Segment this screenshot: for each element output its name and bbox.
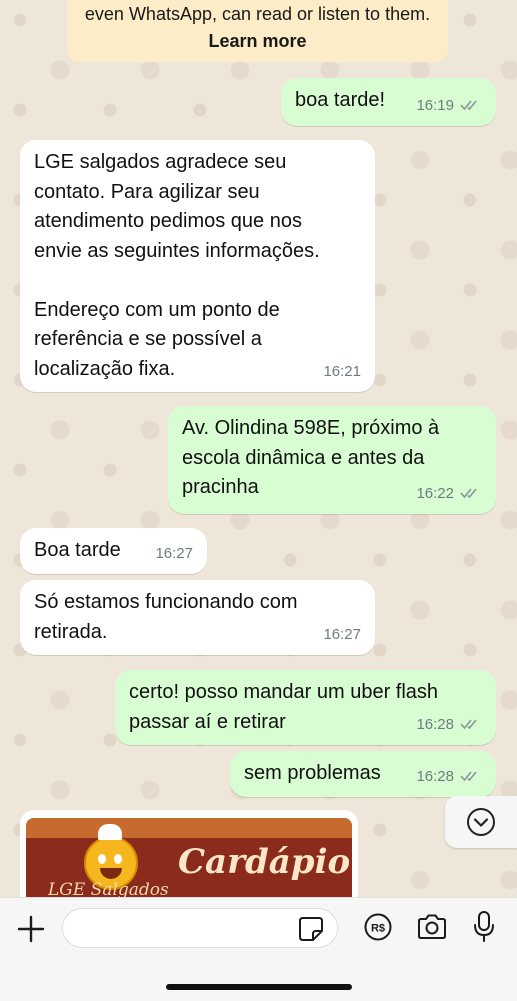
image-banner bbox=[26, 818, 352, 838]
image-message[interactable]: Cardápio LGE Salgados bbox=[20, 810, 358, 897]
message-time: 16:22 bbox=[416, 484, 454, 502]
message-outgoing[interactable]: sem problemas 16:28 bbox=[230, 751, 496, 797]
message-time: 16:19 bbox=[416, 96, 454, 114]
menu-image[interactable]: Cardápio LGE Salgados bbox=[26, 818, 352, 897]
message-time: 16:21 bbox=[323, 362, 361, 380]
learn-more-link[interactable]: Learn more bbox=[67, 31, 448, 52]
read-ticks-icon bbox=[460, 719, 477, 730]
message-outgoing[interactable]: Av. Olindina 598E, próximo à escola dinâ… bbox=[168, 406, 496, 514]
svg-text:R$: R$ bbox=[371, 923, 385, 935]
mascot-mouth bbox=[100, 868, 122, 879]
chef-hat-icon bbox=[98, 824, 122, 840]
image-brand: LGE Salgados bbox=[48, 880, 169, 897]
message-meta: 16:28 bbox=[416, 762, 482, 792]
message-incoming[interactable]: Boa tarde 16:27 bbox=[20, 528, 207, 574]
message-meta: 16:19 bbox=[416, 91, 482, 121]
message-time: 16:27 bbox=[155, 544, 193, 562]
message-meta: 16:27 bbox=[323, 620, 361, 650]
home-indicator[interactable] bbox=[166, 984, 352, 990]
message-time: 16:28 bbox=[416, 767, 454, 785]
message-outgoing[interactable]: certo! posso mandar um uber flash passar… bbox=[115, 670, 496, 745]
mascot-eye bbox=[98, 854, 106, 864]
encryption-notice-text: even WhatsApp, can read or listen to the… bbox=[84, 4, 431, 24]
sticker-icon[interactable] bbox=[298, 916, 324, 942]
message-meta: 16:28 bbox=[416, 710, 482, 740]
read-ticks-icon bbox=[460, 771, 477, 782]
message-time: 16:27 bbox=[323, 625, 361, 643]
chevron-down-icon bbox=[467, 808, 495, 836]
image-title: Cardápio bbox=[178, 842, 351, 882]
message-time: 16:28 bbox=[416, 715, 454, 733]
message-meta: 16:27 bbox=[155, 539, 193, 569]
mascot-eye bbox=[114, 854, 122, 864]
message-meta: 16:22 bbox=[416, 479, 482, 509]
chat-area: even WhatsApp, can read or listen to the… bbox=[0, 0, 517, 897]
message-input[interactable] bbox=[62, 908, 338, 948]
read-ticks-icon bbox=[460, 100, 477, 111]
read-ticks-icon bbox=[460, 488, 477, 499]
plus-icon[interactable] bbox=[16, 914, 46, 944]
camera-icon[interactable] bbox=[416, 913, 448, 941]
message-text: Só estamos funcionando com retirada. bbox=[34, 591, 298, 643]
payment-icon[interactable]: R$ bbox=[364, 913, 392, 941]
scroll-to-bottom-button[interactable] bbox=[445, 796, 517, 848]
message-meta: 16:21 bbox=[323, 357, 361, 387]
message-incoming[interactable]: LGE salgados agradece seu contato. Para … bbox=[20, 140, 375, 392]
message-outgoing[interactable]: boa tarde! 16:19 bbox=[281, 78, 496, 126]
encryption-notice: even WhatsApp, can read or listen to the… bbox=[67, 0, 448, 62]
message-text: LGE salgados agradece seu contato. Para … bbox=[34, 151, 320, 380]
message-incoming[interactable]: Só estamos funcionando com retirada. 16:… bbox=[20, 580, 375, 655]
microphone-icon[interactable] bbox=[472, 910, 496, 944]
